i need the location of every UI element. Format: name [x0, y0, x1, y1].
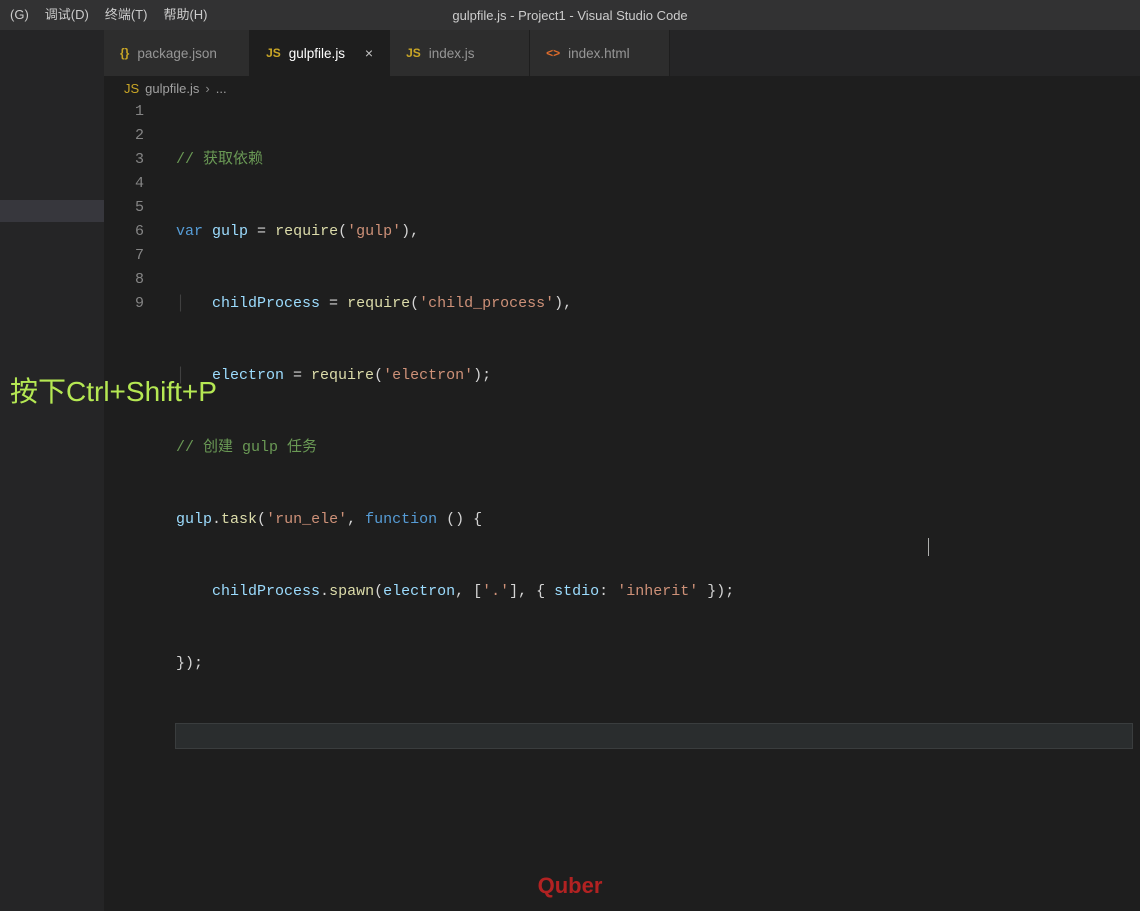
json-icon: {}	[120, 46, 129, 60]
chevron-right-icon: ›	[205, 81, 209, 96]
html-icon: <>	[546, 46, 560, 60]
text-cursor-icon	[928, 538, 929, 556]
editor-group: {} package.json × JS gulpfile.js × JS in…	[104, 30, 1140, 911]
sidebar-item-selected[interactable]	[0, 200, 104, 222]
window-title: gulpfile.js - Project1 - Visual Studio C…	[452, 8, 687, 23]
tab-label: index.js	[429, 46, 475, 61]
breadcrumb[interactable]: JS gulpfile.js › ...	[104, 76, 1140, 100]
code-content[interactable]: // 获取依赖 var gulp = require('gulp'), │ ch…	[176, 100, 1140, 796]
sidebar-item[interactable]	[0, 30, 104, 52]
tab-package-json[interactable]: {} package.json ×	[104, 30, 250, 76]
tab-index-html[interactable]: <> index.html ×	[530, 30, 670, 76]
menu-terminal[interactable]: 终端(T)	[97, 0, 156, 30]
line-numbers: 1 2 3 4 5 6 7 8 9	[104, 100, 166, 316]
menu-go[interactable]: (G)	[2, 0, 37, 30]
js-icon: JS	[406, 46, 421, 60]
js-icon: JS	[124, 81, 139, 96]
tab-label: gulpfile.js	[289, 46, 345, 61]
watermark: Quber	[538, 873, 603, 899]
breadcrumb-more: ...	[216, 81, 227, 96]
tabs-bar: {} package.json × JS gulpfile.js × JS in…	[104, 30, 1140, 76]
js-icon: JS	[266, 46, 281, 60]
side-bar	[0, 30, 104, 911]
annotation-overlay: 按下Ctrl+Shift+P	[10, 370, 217, 410]
breadcrumb-file: gulpfile.js	[145, 81, 199, 96]
menu-debug[interactable]: 调试(D)	[37, 0, 97, 30]
tab-gulpfile-js[interactable]: JS gulpfile.js ×	[250, 30, 390, 76]
close-icon[interactable]: ×	[365, 45, 373, 61]
title-bar: (G) 调试(D) 终端(T) 帮助(H) gulpfile.js - Proj…	[0, 0, 1140, 30]
tab-index-js[interactable]: JS index.js ×	[390, 30, 530, 76]
menu-bar: (G) 调试(D) 终端(T) 帮助(H)	[0, 0, 215, 30]
tab-label: index.html	[568, 46, 630, 61]
tab-label: package.json	[137, 46, 217, 61]
workspace: {} package.json × JS gulpfile.js × JS in…	[0, 30, 1140, 911]
code-editor[interactable]: 1 2 3 4 5 6 7 8 9 // 获取依赖 var gulp = req…	[104, 100, 1140, 911]
menu-help[interactable]: 帮助(H)	[155, 0, 215, 30]
